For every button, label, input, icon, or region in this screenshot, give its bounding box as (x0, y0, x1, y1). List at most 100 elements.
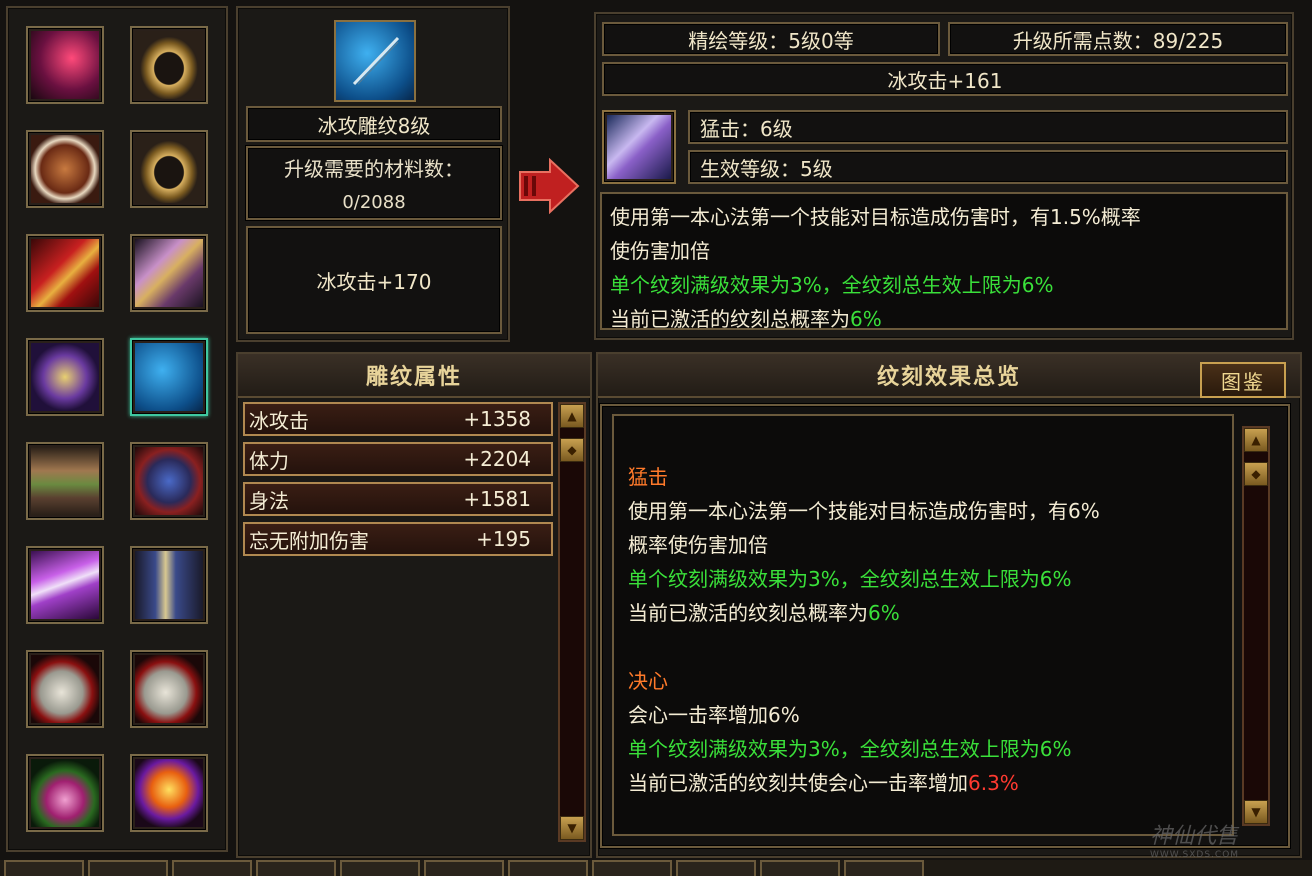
watermark-text: 神仙代售 (1150, 824, 1239, 849)
scroll-thumb[interactable]: ◆ (1244, 462, 1268, 486)
overview-content: 猛击 使用第一本心法第一个技能对目标造成伤害时，有6% 概率使伤害加倍 单个纹刻… (612, 414, 1234, 836)
overview-section-title: 猛击 (628, 465, 668, 489)
overview-line: 使用第一本心法第一个技能对目标造成伤害时，有6% (628, 499, 1100, 523)
attributes-scrollbar[interactable]: ▲ ◆ ▼ (558, 402, 586, 842)
overview-active-prefix: 当前已激活的纹刻总概率为 (628, 601, 868, 625)
scroll-thumb[interactable]: ◆ (560, 438, 584, 462)
bracer-icon (135, 239, 203, 307)
equip-slot-wing[interactable] (26, 26, 104, 104)
equip-slot-jade-1[interactable] (26, 650, 104, 728)
equip-slot-blade[interactable] (26, 546, 104, 624)
arrow-right-icon (519, 158, 580, 214)
equip-slot-ring-1[interactable] (130, 26, 208, 104)
bottom-tab[interactable] (508, 860, 588, 876)
equip-slot-boots[interactable] (130, 546, 208, 624)
ring-icon (135, 31, 203, 99)
ring-icon (135, 135, 203, 203)
equip-slot-necklace[interactable] (26, 754, 104, 832)
bottom-tab[interactable] (340, 860, 420, 876)
current-bonus: 冰攻击+170 (246, 226, 502, 334)
overview-active-line: 当前已激活的纹刻共使会心一击率增加6.3% (628, 766, 1218, 800)
mask-icon (31, 135, 99, 203)
attr-row: 忘无附加伤害 +195 (243, 522, 553, 556)
watermark: 神仙代售 WWW.SXDS.COM (1150, 818, 1239, 860)
attr-value: +2204 (463, 447, 531, 471)
desc-line: 使伤害加倍 (610, 239, 710, 263)
jade-pendant-icon (135, 655, 203, 723)
glove-icon (135, 447, 203, 515)
effect-level: 生效等级：5级 (688, 150, 1288, 184)
overview-active-value: 6.3% (968, 771, 1019, 795)
attr-value: +195 (476, 527, 531, 551)
skill-name: 猛击：6级 (688, 110, 1288, 144)
bottom-tab[interactable] (424, 860, 504, 876)
equip-slot-jade-2[interactable] (130, 650, 208, 728)
overview-scrollbar[interactable]: ▲ ◆ ▼ (1242, 426, 1270, 826)
bottom-tab[interactable] (4, 860, 84, 876)
equip-slot-amulet[interactable] (26, 338, 104, 416)
equip-slot-belt[interactable] (26, 442, 104, 520)
material-value: 0/2088 (342, 192, 406, 213)
scroll-up-icon[interactable]: ▲ (560, 404, 584, 428)
attr-name: 忘无附加伤害 (249, 528, 369, 553)
overview-active-prefix: 当前已激活的纹刻共使会心一击率增加 (628, 771, 968, 795)
overview-section-title: 决心 (628, 669, 668, 693)
gem-necklace-icon (31, 759, 99, 827)
scroll-down-icon[interactable]: ▼ (1244, 800, 1268, 824)
attr-value: +1581 (463, 487, 531, 511)
overview-active-line: 当前已激活的纹刻总概率为6% (628, 596, 1218, 630)
blade-icon (31, 551, 99, 619)
equip-slot-scroll[interactable] (26, 234, 104, 312)
attr-row: 体力 +2204 (243, 442, 553, 476)
bottom-tab[interactable] (88, 860, 168, 876)
equip-slot-ring-2[interactable] (130, 130, 208, 208)
engrave-level: 精绘等级：5级0等 (602, 22, 940, 56)
bottom-tab[interactable] (844, 860, 924, 876)
needle-icon (135, 343, 203, 411)
bottom-tab[interactable] (592, 860, 672, 876)
equip-slot-bracer[interactable] (130, 234, 208, 312)
engrave-item-slot[interactable] (334, 20, 416, 102)
overview-line: 概率使伤害加倍 (628, 533, 768, 557)
bottom-tab[interactable] (676, 860, 756, 876)
overview-limit-line: 单个纹刻满级效果为3%，全纹刻总生效上限为6% (628, 567, 1072, 591)
attr-value: +1358 (463, 407, 531, 431)
scroll-icon (31, 239, 99, 307)
desc-line: 使用第一本心法第一个技能对目标造成伤害时，有1.5%概率 (610, 205, 1141, 229)
bottom-tab-strip (0, 860, 1312, 876)
desc-active-line: 当前已激活的纹刻总概率为6% (610, 302, 1278, 336)
scroll-down-icon[interactable]: ▼ (560, 816, 584, 840)
attributes-title: 雕纹属性 (238, 354, 590, 398)
bottom-tab[interactable] (760, 860, 840, 876)
skill-slot[interactable] (602, 110, 676, 184)
needle-icon (352, 36, 400, 86)
attr-row: 身法 +1581 (243, 482, 553, 516)
overview-line: 会心一击率增加6% (628, 703, 800, 727)
material-box: 升级需要的材料数： 0/2088 (246, 146, 502, 220)
equip-slot-glove[interactable] (130, 442, 208, 520)
overview-limit-line: 单个纹刻满级效果为3%，全纹刻总生效上限为6% (628, 737, 1072, 761)
attr-name: 身法 (249, 488, 289, 513)
upgrade-description: 使用第一本心法第一个技能对目标造成伤害时，有1.5%概率 使伤害加倍 单个纹刻满… (600, 192, 1288, 331)
next-bonus: 冰攻击+161 (602, 62, 1288, 96)
desc-limit-line: 单个纹刻满级效果为3%，全纹刻总生效上限为6% (610, 273, 1054, 297)
attr-name: 冰攻击 (249, 408, 309, 433)
skill-rune-icon (607, 115, 671, 179)
desc-active-value: 6% (850, 307, 882, 331)
wing-icon (31, 31, 99, 99)
points-needed: 升级所需点数：89/225 (948, 22, 1288, 56)
bottom-tab[interactable] (256, 860, 336, 876)
equip-slot-mask[interactable] (26, 130, 104, 208)
belt-icon (31, 447, 99, 515)
amulet-icon (31, 343, 99, 411)
equip-slot-talisman[interactable] (130, 754, 208, 832)
watermark-url: WWW.SXDS.COM (1150, 850, 1240, 860)
scroll-up-icon[interactable]: ▲ (1244, 428, 1268, 452)
attr-name: 体力 (249, 448, 289, 473)
bottom-tab[interactable] (172, 860, 252, 876)
attr-row: 冰攻击 +1358 (243, 402, 553, 436)
material-label: 升级需要的材料数： (284, 157, 464, 181)
overview-title: 纹刻效果总览 (598, 354, 1300, 398)
equip-slot-needle-selected[interactable] (130, 338, 208, 416)
codex-button[interactable]: 图鉴 (1200, 362, 1286, 398)
